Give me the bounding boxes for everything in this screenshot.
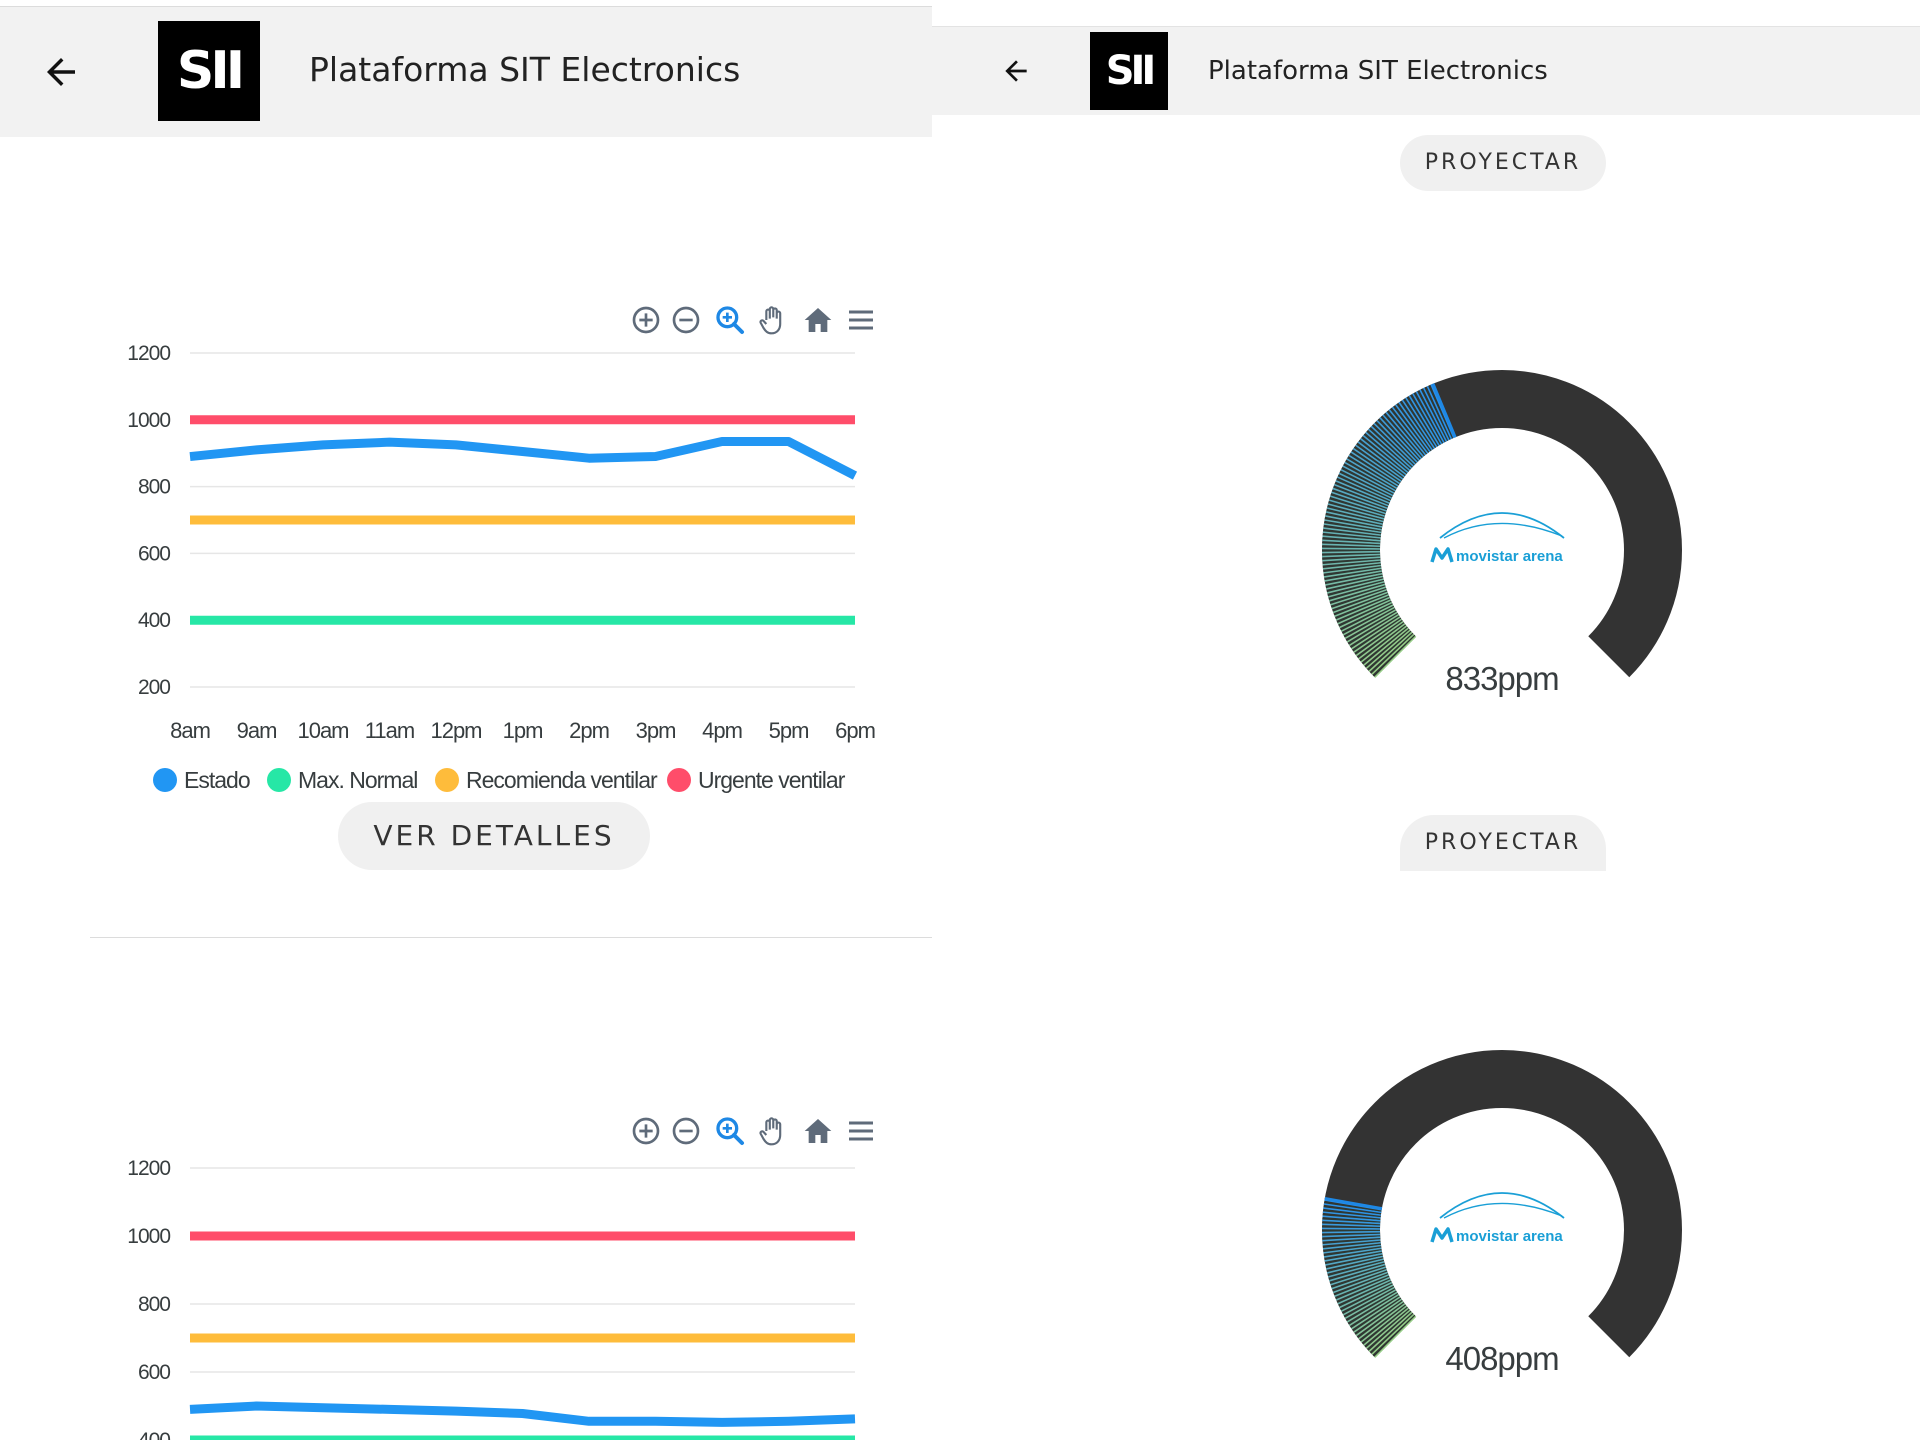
- series-line-estado: [189, 437, 858, 480]
- gauge-value-label: 408ppm: [1445, 1340, 1558, 1377]
- logo: SII: [158, 21, 260, 121]
- x-tick-label: 12pm: [430, 718, 481, 743]
- app-header: SII Plataforma SIT Electronics: [932, 27, 1920, 115]
- back-arrow-icon[interactable]: [40, 51, 82, 93]
- y-tick-label: 800: [138, 476, 170, 499]
- legend-item[interactable]: Recomienda ventilar: [435, 767, 659, 793]
- section-divider: [90, 937, 932, 938]
- left-pane: SII Plataforma SIT Electronics 200 400 600…: [0, 0, 932, 1440]
- proyectar-button[interactable]: PROYECTAR: [1400, 815, 1606, 871]
- legend-label: Max. Normal: [298, 767, 417, 793]
- x-tick-label: 10am: [297, 718, 348, 743]
- y-tick-label: 400: [138, 1429, 170, 1440]
- y-tick-label: 1200: [127, 1157, 170, 1180]
- legend-item[interactable]: Urgente ventilar: [667, 767, 847, 793]
- proyectar-button[interactable]: PROYECTAR: [1400, 135, 1606, 191]
- right-pane: SII Plataforma SIT Electronics PROYECTAR…: [932, 0, 1920, 1440]
- x-tick-label: 4pm: [702, 718, 742, 743]
- app-title: Plataforma SIT Electronics: [1208, 56, 1548, 86]
- ver-detalles-button[interactable]: VER DETALLES: [338, 802, 650, 870]
- legend-item[interactable]: Max. Normal: [267, 767, 418, 793]
- logo-text: SII: [1105, 48, 1157, 94]
- x-tick-label: 2pm: [569, 718, 609, 743]
- co2-line-chart: 200 400 600 800 1000 1200 8am 9am 10am 11am 12pm 1p…: [127, 342, 876, 793]
- y-tick-label: 400: [138, 609, 170, 632]
- y-tick-label: 600: [138, 1361, 170, 1384]
- brand-name: movistar arena: [1456, 548, 1563, 565]
- co2-line-chart: 400 600 800 1000 1200: [127, 1157, 856, 1440]
- app-header: SII Plataforma SIT Electronics: [0, 6, 932, 137]
- co2-gauge: movistar arena 833ppm: [1321, 370, 1682, 697]
- x-tick-label: 6pm: [835, 718, 875, 743]
- y-tick-label: 200: [138, 676, 170, 699]
- x-tick-label: 5pm: [769, 718, 809, 743]
- back-arrow-icon[interactable]: [1000, 55, 1032, 87]
- app-title: Plataforma SIT Electronics: [309, 50, 741, 89]
- legend-marker: [435, 768, 459, 792]
- y-tick-label: 600: [138, 542, 170, 565]
- x-tick-label: 1pm: [503, 718, 543, 743]
- movistar-arena-logo: movistar arena: [1430, 512, 1565, 565]
- series-line-estado: [189, 1401, 856, 1427]
- legend-marker: [267, 768, 291, 792]
- legend-item[interactable]: Estado: [153, 767, 251, 793]
- legend-marker: [153, 768, 177, 792]
- logo-text: SII: [176, 41, 245, 101]
- y-tick-label: 1200: [127, 342, 170, 365]
- y-tick-label: 1000: [127, 409, 170, 432]
- legend-marker: [667, 768, 691, 792]
- legend-label: Recomienda ventilar: [466, 767, 658, 793]
- brand-name: movistar arena: [1456, 1228, 1563, 1245]
- logo: SII: [1090, 32, 1168, 110]
- legend-label: Estado: [184, 767, 250, 793]
- legend-label: Urgente ventilar: [698, 767, 846, 793]
- x-tick-label: 9am: [237, 718, 277, 743]
- browser-bookmarks-bar: [932, 0, 1920, 27]
- gauge-value-label: 833ppm: [1445, 660, 1558, 697]
- x-tick-label: 11am: [365, 718, 414, 743]
- y-tick-label: 800: [138, 1293, 170, 1316]
- movistar-arena-logo: movistar arena: [1430, 1192, 1565, 1245]
- y-tick-label: 1000: [127, 1225, 170, 1248]
- co2-gauge: movistar arena 408ppm: [1321, 1050, 1682, 1377]
- x-tick-label: 8am: [170, 718, 210, 743]
- x-tick-label: 3pm: [636, 718, 676, 743]
